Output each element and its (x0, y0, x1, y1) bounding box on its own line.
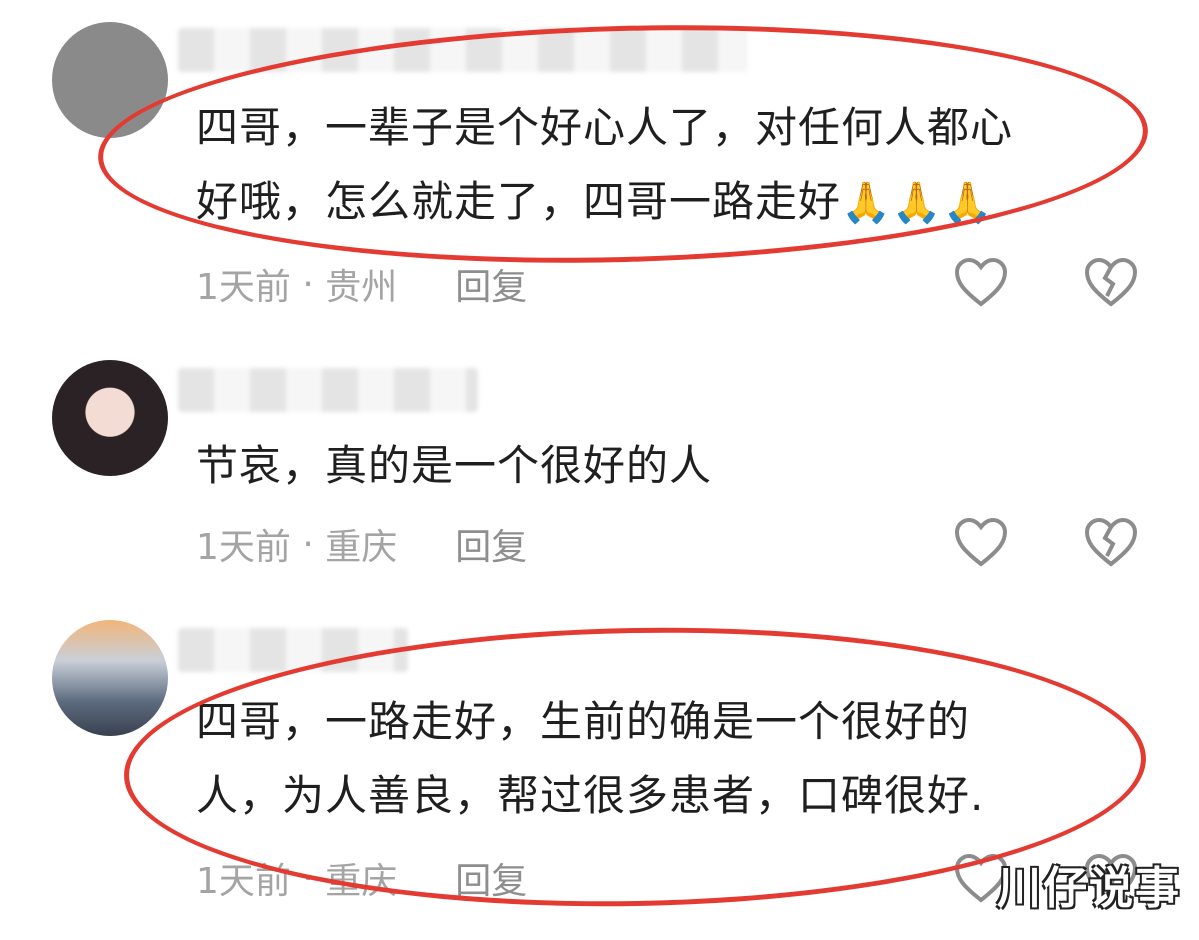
reply-button[interactable]: 回复 (455, 518, 527, 570)
avatar[interactable] (52, 360, 168, 476)
broken-heart-icon[interactable] (1083, 256, 1139, 308)
comment-text-line-2-text: 好哦，怎么就走了，四哥一路走好 (196, 177, 842, 226)
comment-text-line-2: 人，为人善良，帮过很多患者，口碑很好. (196, 771, 985, 820)
comment-text-line-2: 好哦，怎么就走了，四哥一路走好🙏🙏🙏 (196, 166, 993, 239)
watermark: 川仔说事 (997, 863, 1181, 914)
heart-outline-icon[interactable] (953, 256, 1009, 308)
timestamp: 1天前 (196, 527, 291, 568)
timestamp: 1天前 (196, 861, 291, 902)
username-blurred[interactable] (178, 628, 408, 672)
comment-meta: 1天前 · 重庆 回复 (196, 518, 527, 570)
meta-dot: · (290, 523, 326, 565)
location: 重庆 (325, 527, 398, 568)
comment-meta: 1天前 · 贵州 回复 (196, 258, 527, 310)
pray-emoji-icon: 🙏🙏🙏 (841, 180, 994, 226)
avatar[interactable] (52, 620, 168, 736)
reply-button[interactable]: 回复 (455, 258, 527, 310)
reply-button[interactable]: 回复 (455, 852, 527, 904)
comment-text-line-1: 四哥，一辈子是个好心人了，对任何人都心 (196, 103, 1014, 152)
meta-dot: · (290, 263, 326, 305)
comment-text-line-1: 四哥，一路走好，生前的确是一个很好的 (196, 697, 971, 746)
heart-outline-icon[interactable] (953, 516, 1009, 568)
comment-meta: 1天前 · 重庆 回复 (196, 852, 527, 904)
username-blurred[interactable] (178, 368, 478, 412)
username-blurred[interactable] (178, 28, 748, 72)
timestamp: 1天前 (196, 267, 291, 308)
location: 贵州 (325, 267, 398, 308)
comment-text-line-1: 节哀，真的是一个很好的人 (196, 441, 713, 490)
avatar[interactable] (52, 22, 168, 138)
meta-dot: · (290, 857, 326, 899)
location: 重庆 (325, 861, 398, 902)
broken-heart-icon[interactable] (1083, 516, 1139, 568)
